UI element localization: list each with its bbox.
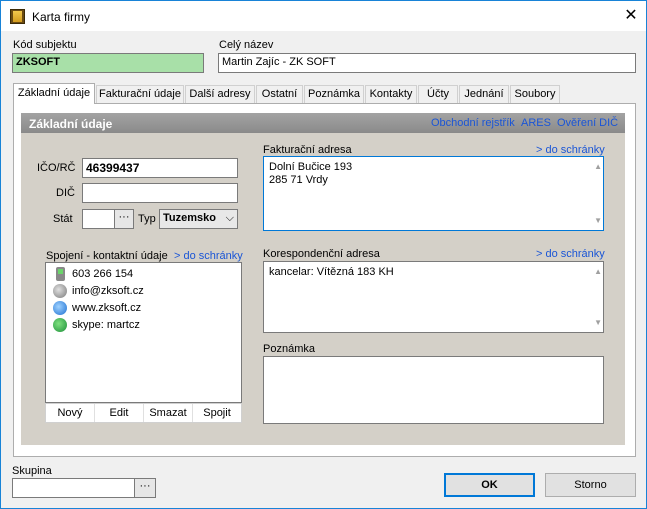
typ-label: Typ xyxy=(138,213,156,225)
stat-picker-button[interactable]: ··· xyxy=(114,209,134,229)
delete-contact-button[interactable]: Smazat xyxy=(143,404,192,422)
fakturacni-adresa-input[interactable]: Dolní Bučice 193 285 71 Vrdy ▲ ▼ xyxy=(263,156,604,231)
poznamka-label: Poznámka xyxy=(263,343,315,355)
contacts-to-clipboard-link[interactable]: > do schránky xyxy=(174,250,243,262)
korespondencni-line-1: kancelar: Vítězná 183 KH xyxy=(269,266,394,278)
contact-button-bar: Nový Edit Smazat Spojit xyxy=(45,403,242,423)
tab-ucty[interactable]: Účty xyxy=(418,85,458,103)
scrollbar[interactable]: ▲ ▼ xyxy=(589,262,603,332)
app-icon xyxy=(10,9,25,24)
contact-text: 603 266 154 xyxy=(72,268,134,280)
edit-contact-button[interactable]: Edit xyxy=(94,404,143,422)
korespondencni-adresa-input[interactable]: kancelar: Vítězná 183 KH ▲ ▼ xyxy=(263,261,604,333)
chevron-down-icon: ⌵ xyxy=(225,212,234,224)
cely-nazev-input[interactable]: Martin Zajíc - ZK SOFT xyxy=(218,53,636,73)
typ-selected-value: Tuzemsko xyxy=(163,212,216,224)
dic-label: DIČ xyxy=(56,187,75,199)
skupina-picker-button[interactable]: ··· xyxy=(134,478,156,498)
scrollbar[interactable]: ▲ ▼ xyxy=(589,157,603,230)
tab-soubory[interactable]: Soubory xyxy=(510,85,560,103)
list-item[interactable]: info@zksoft.cz xyxy=(46,282,241,299)
phone-icon xyxy=(56,267,65,281)
contact-text: www.zksoft.cz xyxy=(72,302,142,314)
storno-button[interactable]: Storno xyxy=(545,473,636,497)
close-icon[interactable]: ✕ xyxy=(616,1,646,31)
kod-subjektu-label: Kód subjektu xyxy=(13,39,77,51)
fakturacni-adresa-label: Fakturační adresa xyxy=(263,144,352,156)
new-contact-button[interactable]: Nový xyxy=(46,404,94,422)
scroll-up-icon[interactable]: ▲ xyxy=(594,160,602,173)
fakturacni-line-1: Dolní Bučice 193 xyxy=(269,161,353,173)
scroll-down-icon[interactable]: ▼ xyxy=(594,316,602,329)
obchodni-rejstrik-link[interactable]: Obchodní rejstřík xyxy=(431,117,515,129)
title-bar: Karta firmy ✕ xyxy=(1,1,646,31)
dialog-window: Karta firmy ✕ Kód subjektu ZKSOFT Celý n… xyxy=(0,0,647,509)
tab-ostatni[interactable]: Ostatní xyxy=(256,85,303,103)
korespondencni-to-clipboard-link[interactable]: > do schránky xyxy=(536,248,605,260)
tab-dalsi-adresy[interactable]: Další adresy xyxy=(185,85,255,103)
kod-subjektu-input[interactable]: ZKSOFT xyxy=(12,53,204,73)
window-title: Karta firmy xyxy=(32,10,91,24)
tab-kontakty[interactable]: Kontakty xyxy=(365,85,417,103)
stat-label: Stát xyxy=(53,213,73,225)
ico-label: IČO/RČ xyxy=(37,162,76,174)
contact-text: skype: martcz xyxy=(72,319,140,331)
tab-jednani[interactable]: Jednání xyxy=(459,85,509,103)
web-icon xyxy=(53,301,67,315)
skupina-input[interactable] xyxy=(12,478,135,498)
list-item[interactable]: 603 266 154 xyxy=(46,265,241,282)
scroll-down-icon[interactable]: ▼ xyxy=(594,214,602,227)
typ-select[interactable]: Tuzemsko ⌵ xyxy=(159,209,238,229)
stat-input[interactable] xyxy=(82,209,115,229)
ok-button[interactable]: OK xyxy=(444,473,535,497)
panel-title: Základní údaje xyxy=(29,117,113,131)
fakturacni-line-2: 285 71 Vrdy xyxy=(269,174,328,186)
skupina-label: Skupina xyxy=(12,465,52,477)
mail-icon xyxy=(53,284,67,298)
join-contact-button[interactable]: Spojit xyxy=(192,404,241,422)
tab-fakturacni-udaje[interactable]: Fakturační údaje xyxy=(96,85,184,103)
tab-zakladni-udaje[interactable]: Základní údaje xyxy=(13,83,95,104)
contact-text: info@zksoft.cz xyxy=(72,285,144,297)
fakturacni-to-clipboard-link[interactable]: > do schránky xyxy=(536,144,605,156)
cely-nazev-label: Celý název xyxy=(219,39,274,51)
korespondencni-adresa-label: Korespondenční adresa xyxy=(263,248,380,260)
contacts-list[interactable]: 603 266 154 info@zksoft.cz www.zksoft.cz… xyxy=(45,262,242,403)
skype-icon xyxy=(53,318,67,332)
overeni-dic-link[interactable]: Ověření DIČ xyxy=(557,117,618,129)
list-item[interactable]: www.zksoft.cz xyxy=(46,299,241,316)
tab-poznamka[interactable]: Poznámka xyxy=(304,85,364,103)
ares-link[interactable]: ARES xyxy=(521,117,551,129)
spojeni-label: Spojení - kontaktní údaje xyxy=(46,250,168,262)
poznamka-input[interactable] xyxy=(263,356,604,424)
list-item[interactable]: skype: martcz xyxy=(46,316,241,333)
dic-input[interactable] xyxy=(82,183,238,203)
ico-input[interactable]: 46399437 xyxy=(82,158,238,178)
scroll-up-icon[interactable]: ▲ xyxy=(594,265,602,278)
